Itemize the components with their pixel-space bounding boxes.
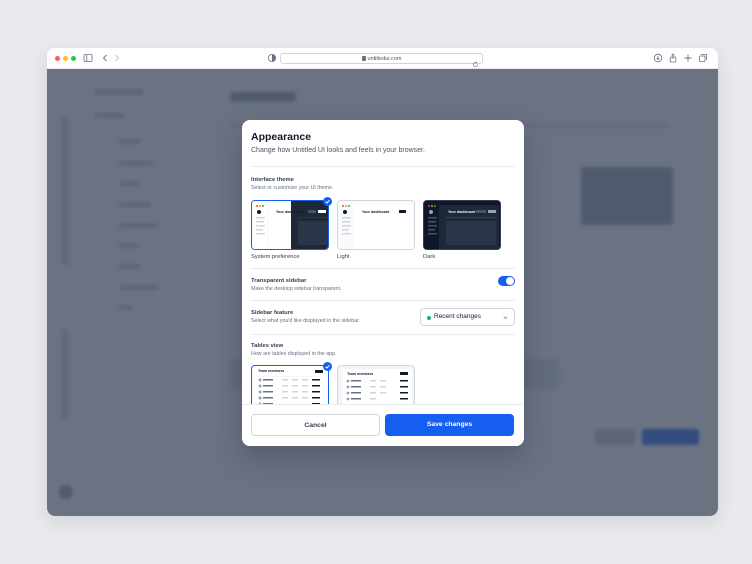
transparent-sidebar-title: Transparent sidebar xyxy=(251,278,307,284)
modal-title: Appearance xyxy=(251,131,312,143)
table-preview-heading: Team members xyxy=(347,372,374,376)
minimize-window-dot[interactable] xyxy=(63,56,68,61)
theme-preview-heading: Your dashboard xyxy=(448,210,476,214)
table-preview-heading: Team members xyxy=(258,369,285,373)
interface-theme-title: Interface theme xyxy=(251,177,294,183)
maximize-window-dot[interactable] xyxy=(71,56,76,61)
modal-footer: Cancel Save changes xyxy=(242,404,524,446)
theme-preview-heading: Your dashboard xyxy=(362,210,390,214)
back-icon[interactable] xyxy=(100,53,110,63)
theme-option-dark[interactable]: Your dashboard xyxy=(423,200,501,250)
table-view-option-default[interactable]: Team members xyxy=(251,365,329,405)
address-bar[interactable]: untitledui.com xyxy=(280,53,483,67)
transparent-sidebar-description: Make the desktop sidebar transparent. xyxy=(251,286,342,292)
privacy-shield-icon[interactable] xyxy=(267,53,277,63)
divider xyxy=(251,300,515,301)
save-changes-button[interactable]: Save changes xyxy=(385,414,514,436)
dark-theme-preview xyxy=(424,201,500,249)
cancel-button[interactable]: Cancel xyxy=(251,414,380,436)
selected-check-icon xyxy=(323,362,332,371)
theme-label-light: Light xyxy=(337,254,350,260)
lock-icon xyxy=(361,56,366,61)
selected-check-icon xyxy=(323,197,332,206)
table-view-option-compact[interactable]: Team members xyxy=(337,365,415,405)
divider xyxy=(251,334,515,335)
theme-preview-heading: Your dashboard xyxy=(276,210,304,214)
theme-label-dark: Dark xyxy=(423,254,436,260)
close-window-dot[interactable] xyxy=(55,56,60,61)
share-icon[interactable] xyxy=(668,53,678,63)
toggle-knob xyxy=(506,277,514,285)
browser-toolbar: untitledui.com xyxy=(47,48,718,69)
sidebar-toggle-icon[interactable] xyxy=(83,53,93,63)
reload-icon[interactable] xyxy=(472,55,479,67)
sidebar-feature-select[interactable]: Recent changes xyxy=(420,308,515,326)
theme-option-system[interactable]: Your dashboard xyxy=(251,200,329,250)
forward-icon[interactable] xyxy=(112,53,122,63)
modal-subtitle: Change how Untitled UI looks and feels i… xyxy=(251,147,425,154)
sidebar-feature-description: Select what you'd like displayed in the … xyxy=(251,318,361,324)
tab-overview-icon[interactable] xyxy=(698,53,708,63)
theme-option-light[interactable]: Your dashboard xyxy=(337,200,415,250)
url-text: untitledui.com xyxy=(367,56,402,62)
transparent-sidebar-toggle[interactable] xyxy=(498,276,515,286)
tables-view-title: Tables view xyxy=(251,343,284,349)
chevron-down-icon xyxy=(502,314,509,321)
tables-view-description: How are tables displayed in the app. xyxy=(251,351,337,357)
new-tab-icon[interactable] xyxy=(683,53,693,63)
status-dot xyxy=(427,316,431,320)
appearance-modal: Appearance Change how Untitled UI looks … xyxy=(242,120,524,446)
divider xyxy=(251,268,515,269)
system-theme-preview xyxy=(252,201,328,249)
light-theme-preview xyxy=(338,201,414,249)
sidebar-feature-value: Recent changes xyxy=(434,313,481,320)
sidebar-feature-title: Sidebar feature xyxy=(251,310,294,316)
download-icon[interactable] xyxy=(653,53,663,63)
interface-theme-description: Select or customize your UI theme. xyxy=(251,185,334,191)
divider xyxy=(251,166,515,167)
theme-label-system: System preference xyxy=(251,254,300,260)
